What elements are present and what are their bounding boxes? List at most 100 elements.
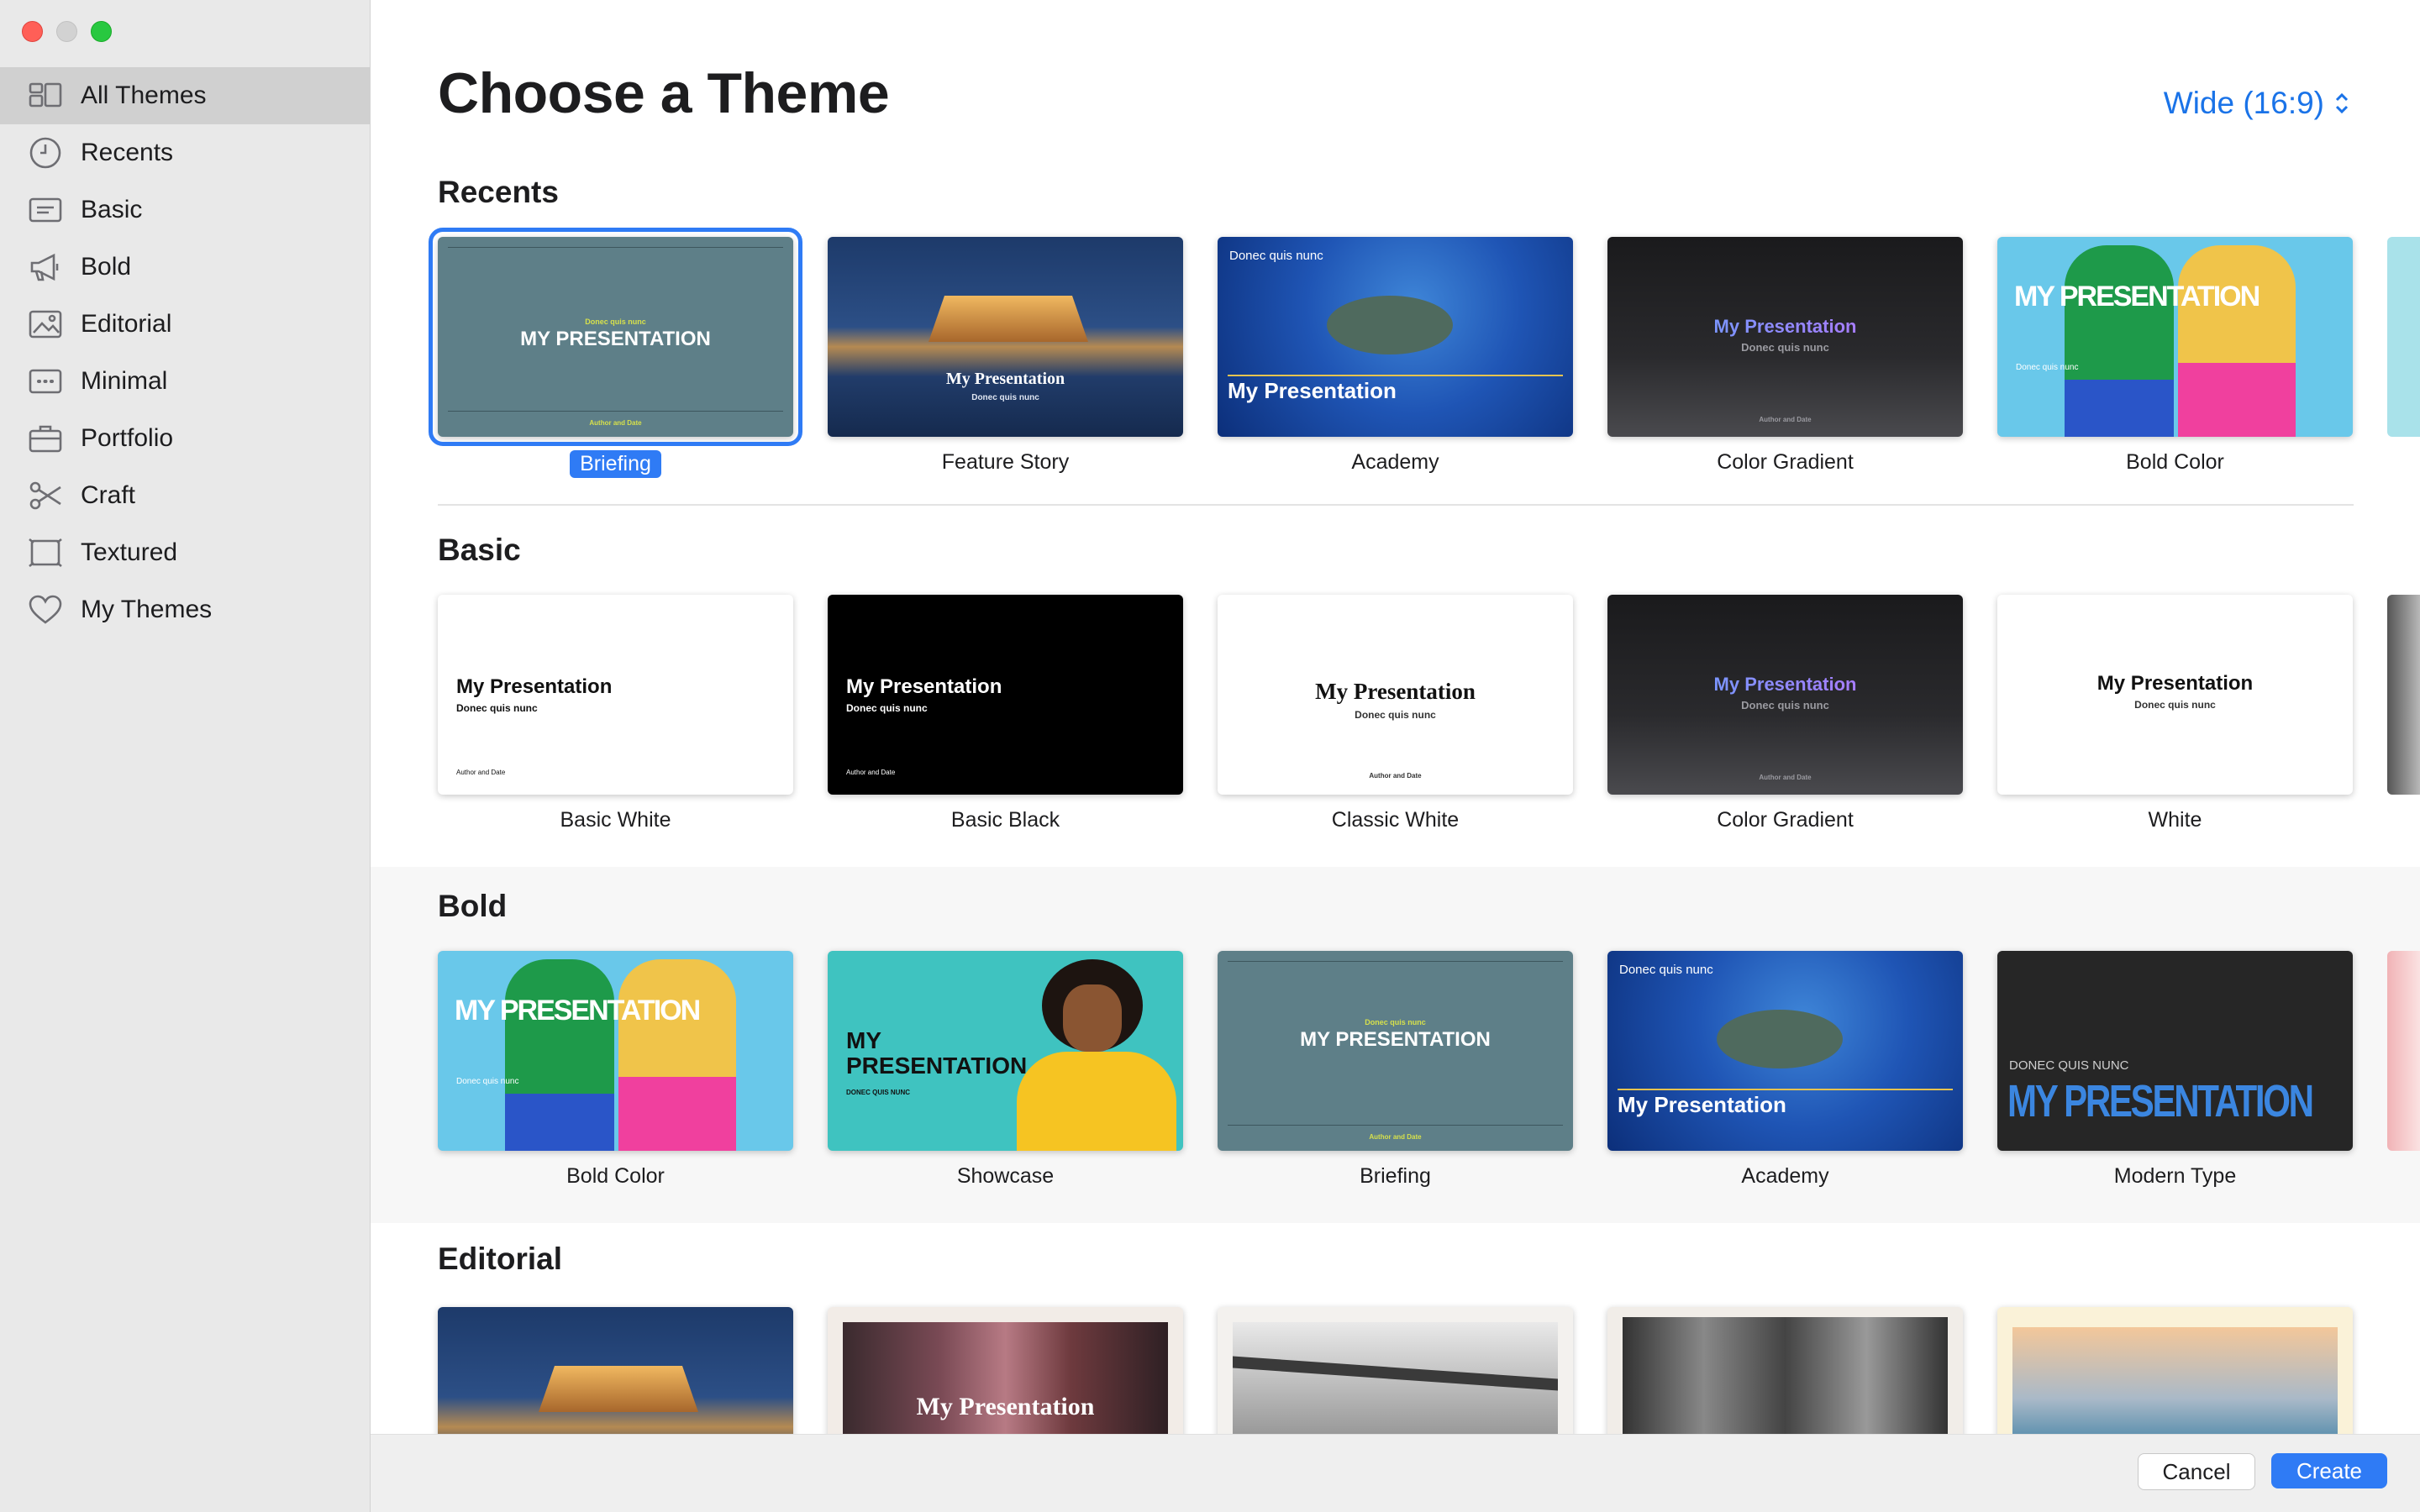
cancel-button[interactable]: Cancel <box>2138 1453 2255 1490</box>
sidebar-item-label: Editorial <box>81 310 172 338</box>
thumb-title: My Presentation <box>1618 1092 1786 1117</box>
theme-thumbnail: My Presentation Donec quis nunc Author a… <box>1607 237 1963 437</box>
theme-name: Briefing <box>1360 1164 1431 1188</box>
close-window-button[interactable] <box>22 21 43 42</box>
thumb-subtitle: Donec quis nunc <box>1741 699 1829 711</box>
theme-name: Academy <box>1741 1164 1829 1188</box>
minimize-window-button[interactable] <box>56 21 77 42</box>
theme-modern-type[interactable]: DONEC QUIS NUNC MY PRESENTATION Modern T… <box>1997 951 2353 1190</box>
sidebar-item-label: Basic <box>81 196 143 223</box>
sidebar-item-label: Craft <box>81 481 136 509</box>
theme-thumbnail: My Presentation Donec quis nunc Author a… <box>1607 595 1963 795</box>
theme-name: Briefing <box>570 450 661 478</box>
sidebar-item-all-themes[interactable]: All Themes <box>0 67 370 124</box>
next-theme-peek <box>2387 951 2420 1151</box>
zoom-window-button[interactable] <box>91 21 112 42</box>
window-controls <box>22 21 112 42</box>
thumb-subtitle: Donec quis nunc <box>1619 963 1713 977</box>
sidebar-item-label: My Themes <box>81 596 213 623</box>
theme-thumbnail: My Presentation Donec quis nunc Author a… <box>438 595 793 795</box>
sidebar-item-recents[interactable]: Recents <box>0 124 370 181</box>
theme-color-gradient[interactable]: My Presentation Donec quis nunc Author a… <box>1607 237 1963 478</box>
theme-thumbnail: Donec quis nunc MY PRESENTATION Author a… <box>429 228 802 446</box>
thumb-footer: Author and Date <box>1369 772 1422 780</box>
thumb-footer: Author and Date <box>456 769 506 776</box>
theme-name: Color Gradient <box>1717 450 1854 474</box>
theme-bold-color-2[interactable]: MY PRESENTATION Donec quis nunc Bold Col… <box>438 951 793 1190</box>
aspect-ratio-popup[interactable]: Wide (16:9) <box>2164 86 2349 121</box>
sidebar-item-label: Bold <box>81 253 132 281</box>
thumb-subtitle: Donec quis nunc <box>1355 709 1436 721</box>
theme-name: Feature Story <box>941 450 1070 474</box>
section-title: Editorial <box>438 1242 563 1276</box>
theme-basic-white[interactable]: My Presentation Donec quis nunc Author a… <box>438 595 793 834</box>
clock-icon <box>27 134 64 171</box>
thumb-subtitle: Donec quis nunc <box>1365 1018 1426 1026</box>
footer-bar: Cancel Create <box>371 1434 2420 1512</box>
theme-academy-2[interactable]: Donec quis nunc My Presentation Academy <box>1607 951 1963 1190</box>
theme-academy[interactable]: Donec quis nunc My Presentation Academy <box>1218 237 1573 478</box>
theme-thumbnail: Donec quis nunc My Presentation <box>1218 237 1573 437</box>
sidebar-item-label: Portfolio <box>81 424 174 452</box>
thumb-subtitle: DONEC QUIS NUNC <box>2009 1058 2129 1073</box>
sidebar-item-bold[interactable]: Bold <box>0 239 370 296</box>
theme-bold-color[interactable]: MY PRESENTATION Donec quis nunc Bold Col… <box>1997 237 2353 478</box>
theme-name: Basic White <box>560 808 671 832</box>
theme-name: Color Gradient <box>1717 808 1854 832</box>
thumb-title: MY PRESENTATION <box>846 1027 1028 1079</box>
sidebar-item-craft[interactable]: Craft <box>0 467 370 524</box>
thumb-subtitle: Donec quis nunc <box>456 1077 519 1086</box>
theme-thumbnail: My Presentation Donec quis nunc <box>1997 595 2353 795</box>
theme-briefing[interactable]: Donec quis nunc MY PRESENTATION Author a… <box>429 228 802 478</box>
theme-name: Classic White <box>1331 808 1460 832</box>
page-title: Choose a Theme <box>438 61 890 125</box>
thumb-title: My Presentation <box>1607 316 1963 338</box>
thumb-title: My Presentation <box>945 370 1065 388</box>
thumb-footer: Author and Date <box>1369 1133 1422 1141</box>
sidebar-item-portfolio[interactable]: Portfolio <box>0 410 370 467</box>
theme-thumbnail: Donec quis nunc My Presentation <box>1607 951 1963 1151</box>
theme-thumbnail: My Presentation Donec quis nunc Author a… <box>1218 595 1573 795</box>
theme-row: Donec quis nunc MY PRESENTATION Author a… <box>429 228 2353 478</box>
theme-thumbnail: My Presentation Donec quis nunc <box>828 237 1183 437</box>
theme-white[interactable]: My Presentation Donec quis nunc White <box>1997 595 2353 834</box>
thumb-title: My Presentation <box>2096 672 2254 695</box>
sidebar-item-label: Recents <box>81 139 174 166</box>
theme-thumbnail: Donec quis nunc MY PRESENTATION Author a… <box>1218 951 1573 1151</box>
basic-icon <box>27 192 64 228</box>
theme-briefing-2[interactable]: Donec quis nunc MY PRESENTATION Author a… <box>1218 951 1573 1190</box>
section-title: Bold <box>438 889 508 923</box>
sidebar-item-minimal[interactable]: Minimal <box>0 353 370 410</box>
thumb-title: My Presentation <box>1607 674 1963 696</box>
thumb-subtitle: DONEC QUIS NUNC <box>846 1089 911 1096</box>
theme-classic-white[interactable]: My Presentation Donec quis nunc Author a… <box>1218 595 1573 834</box>
theme-name: Modern Type <box>2113 1164 2237 1188</box>
sidebar-item-textured[interactable]: Textured <box>0 524 370 581</box>
theme-name: Basic Black <box>950 808 1060 832</box>
sidebar-item-basic[interactable]: Basic <box>0 181 370 239</box>
theme-category-list: All Themes Recents Basic Bold Editorial … <box>0 67 370 638</box>
megaphone-icon <box>27 249 64 286</box>
theme-showcase[interactable]: MY PRESENTATION DONEC QUIS NUNC Showcase <box>828 951 1183 1190</box>
theme-thumbnail: My Presentation Donec quis nunc Author a… <box>828 595 1183 795</box>
theme-basic-black[interactable]: My Presentation Donec quis nunc Author a… <box>828 595 1183 834</box>
heart-icon <box>27 591 64 628</box>
thumb-subtitle: Donec quis nunc <box>2134 699 2216 711</box>
theme-row: My Presentation Donec quis nunc Author a… <box>438 595 2353 834</box>
thumb-footer: Author and Date <box>1759 774 1812 781</box>
editorial-section: Editorial My Presentation <box>371 1223 2420 1507</box>
thumb-title: MY PRESENTATION <box>2007 1076 2314 1126</box>
theme-chooser: Choose a Theme Wide (16:9) Recents Donec… <box>371 0 2420 1512</box>
thumb-title: MY PRESENTATION <box>520 328 711 350</box>
thumb-footer: Author and Date <box>846 769 896 776</box>
thumb-title: My Presentation <box>1315 679 1476 704</box>
theme-name: Showcase <box>956 1164 1055 1188</box>
theme-feature-story[interactable]: My Presentation Donec quis nunc Feature … <box>828 237 1183 478</box>
sidebar-item-my-themes[interactable]: My Themes <box>0 581 370 638</box>
thumb-subtitle: Donec quis nunc <box>971 393 1039 402</box>
section-title: Basic <box>438 533 521 567</box>
sidebar-item-editorial[interactable]: Editorial <box>0 296 370 353</box>
sidebar: All Themes Recents Basic Bold Editorial … <box>0 0 371 1512</box>
theme-color-gradient-basic[interactable]: My Presentation Donec quis nunc Author a… <box>1607 595 1963 834</box>
create-button[interactable]: Create <box>2271 1453 2387 1488</box>
